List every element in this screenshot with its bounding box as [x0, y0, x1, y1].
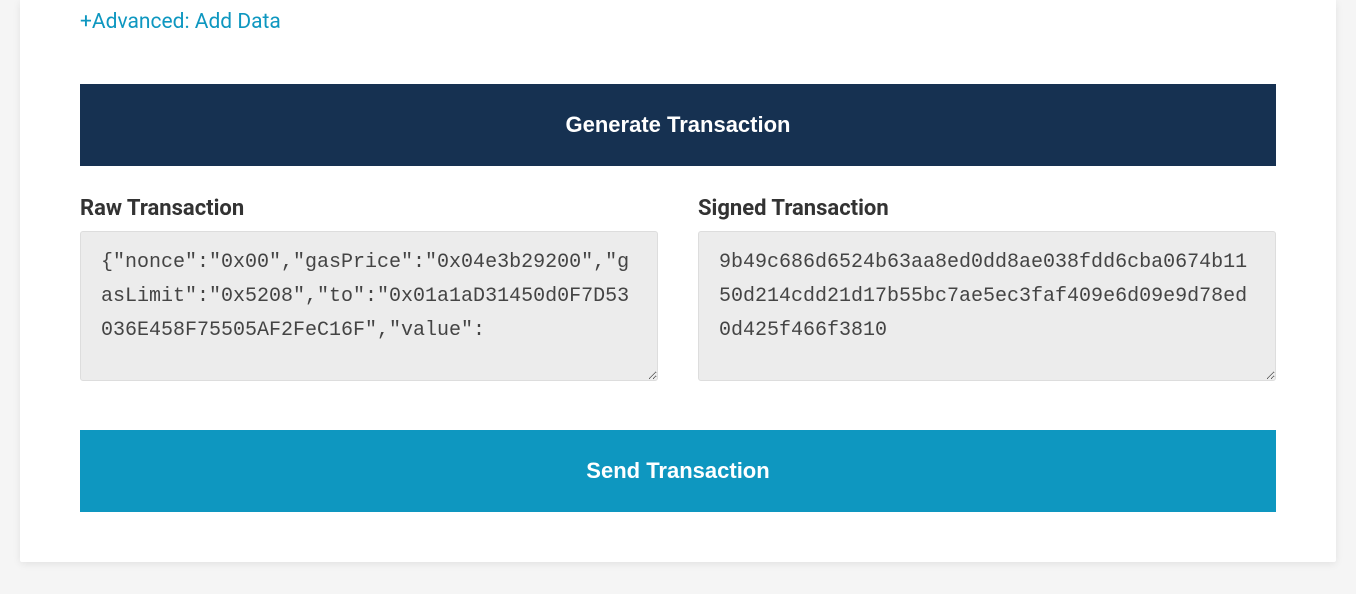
signed-transaction-textarea[interactable] — [698, 231, 1276, 381]
raw-transaction-column: Raw Transaction — [80, 196, 658, 385]
generate-transaction-button[interactable]: Generate Transaction — [80, 84, 1276, 166]
raw-transaction-textarea[interactable] — [80, 231, 658, 381]
signed-transaction-label: Signed Transaction — [698, 196, 1276, 221]
transaction-columns: Raw Transaction Signed Transaction — [80, 196, 1276, 385]
advanced-add-data-link[interactable]: +Advanced: Add Data — [80, 10, 281, 34]
send-transaction-button[interactable]: Send Transaction — [80, 430, 1276, 512]
signed-transaction-column: Signed Transaction — [698, 196, 1276, 385]
raw-transaction-label: Raw Transaction — [80, 196, 658, 221]
transaction-card: +Advanced: Add Data Generate Transaction… — [20, 0, 1336, 562]
